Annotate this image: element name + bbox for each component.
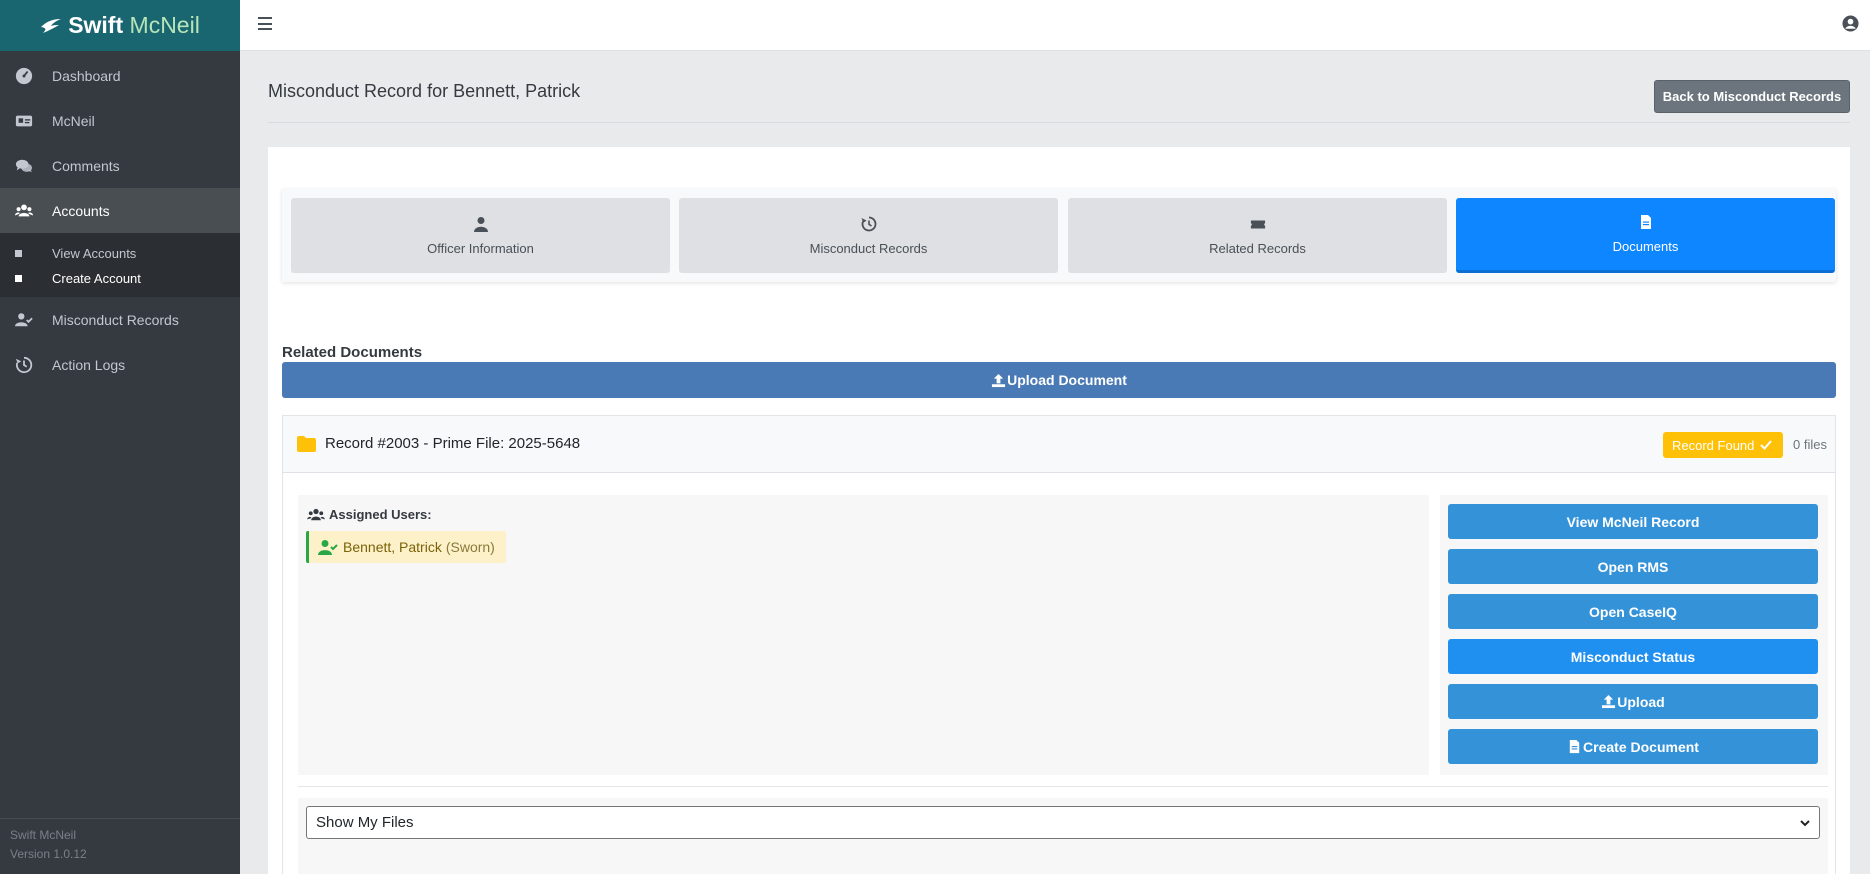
sidebar-item-accounts[interactable]: Accounts: [0, 188, 240, 233]
brand-logo[interactable]: Swift McNeil: [0, 0, 240, 51]
top-navbar: [240, 0, 1870, 51]
record-title: Record #2003 - Prime File: 2025-5648: [325, 435, 581, 452]
sidebar-subitem-create-account[interactable]: Create Account: [0, 266, 240, 291]
record-header[interactable]: Record #2003 - Prime File: 2025-5648 Rec…: [283, 416, 1835, 473]
sidebar-item-label: McNeil: [52, 112, 95, 129]
page-title: Misconduct Record for Bennett, Patrick: [268, 81, 581, 101]
open-caseiq-button[interactable]: Open CaseIQ: [1448, 594, 1818, 629]
assigned-users-panel: Assigned Users: Bennett, Patrick (Sworn): [298, 495, 1429, 775]
sidebar-item-action-logs[interactable]: Action Logs: [0, 342, 240, 387]
sidebar-item-comments[interactable]: Comments: [0, 143, 240, 188]
chevron-down-icon: [1800, 820, 1810, 827]
tab-related-records[interactable]: Related Records: [1068, 198, 1447, 273]
upload-document-label: Upload Document: [1007, 372, 1127, 388]
sidebar: Swift McNeil Dashboard McNeil Comments A…: [0, 0, 240, 874]
section-divider: [298, 786, 1828, 787]
file-icon: [1569, 739, 1580, 754]
open-rms-button[interactable]: Open RMS: [1448, 549, 1818, 584]
upload-button-label: Upload: [1617, 693, 1665, 710]
ticket-icon: [1250, 219, 1265, 228]
upload-button[interactable]: Upload: [1448, 684, 1818, 719]
sidebar-subitem-view-accounts[interactable]: View Accounts: [0, 241, 240, 266]
accounts-subnav: View Accounts Create Account: [0, 233, 240, 297]
history-icon: [14, 355, 34, 375]
bullet-icon: [15, 250, 22, 257]
assigned-users-text: Assigned Users:: [329, 507, 432, 522]
footer-version: Version 1.0.12: [10, 847, 87, 861]
status-badge: Record Found: [1663, 432, 1783, 458]
user-icon: [473, 216, 488, 232]
tab-label: Misconduct Records: [809, 240, 928, 256]
subitem-label: View Accounts: [52, 246, 137, 261]
footer-divider: [0, 818, 240, 819]
record-panel: Record #2003 - Prime File: 2025-5648 Rec…: [282, 415, 1836, 874]
misconduct-status-button[interactable]: Misconduct Status: [1448, 639, 1818, 674]
tab-misconduct-records[interactable]: Misconduct Records: [679, 198, 1058, 273]
users-icon: [14, 201, 34, 221]
tab-officer-information[interactable]: Officer Information: [291, 198, 670, 273]
tab-documents[interactable]: Documents: [1456, 198, 1835, 273]
sidebar-item-label: Comments: [52, 157, 120, 174]
sidebar-footer: Swift McNeil Version 1.0.12: [0, 818, 240, 864]
assigned-user-role: (Sworn): [445, 539, 495, 555]
files-count: 0 files: [1793, 437, 1827, 452]
check-icon: [1760, 440, 1773, 450]
sidebar-item-mcneil[interactable]: McNeil: [0, 98, 240, 143]
history-icon: [861, 216, 876, 231]
sidebar-item-label: Accounts: [52, 202, 110, 219]
comments-icon: [14, 156, 34, 176]
record-card: Officer Information Misconduct Records R…: [268, 147, 1850, 874]
hamburger-icon[interactable]: [258, 17, 272, 30]
tab-label: Documents: [1612, 239, 1679, 254]
brand-name: Swift McNeil: [68, 12, 200, 38]
sidebar-item-label: Dashboard: [52, 67, 121, 84]
sidebar-item-label: Misconduct Records: [52, 311, 179, 328]
id-card-icon: [14, 111, 34, 131]
upload-icon: [992, 373, 1006, 387]
record-actions-panel: View McNeil Record Open RMS Open CaseIQ …: [1440, 495, 1828, 775]
back-to-misconduct-records-button[interactable]: Back to Misconduct Records: [1654, 80, 1850, 113]
create-document-button[interactable]: Create Document: [1448, 729, 1818, 764]
dashboard-icon: [14, 66, 34, 86]
folder-icon: [297, 436, 316, 452]
tab-label: Officer Information: [427, 240, 534, 256]
sidebar-item-label: Action Logs: [52, 356, 126, 373]
file-filter-value: Show My Files: [316, 814, 414, 831]
file-filter-select[interactable]: Show My Files: [306, 806, 1820, 839]
sidebar-item-dashboard[interactable]: Dashboard: [0, 53, 240, 98]
upload-icon: [1602, 694, 1616, 709]
user-circle-icon[interactable]: [1842, 15, 1859, 32]
users-icon: [307, 508, 325, 520]
assigned-user-chip[interactable]: Bennett, Patrick (Sworn): [306, 531, 506, 563]
assigned-users-label: Assigned Users:: [307, 507, 432, 522]
assigned-user-name: Bennett, Patrick: [343, 539, 442, 555]
related-documents-heading: Related Documents: [282, 344, 423, 361]
upload-document-button[interactable]: Upload Document: [282, 362, 1836, 398]
status-badge-label: Record Found: [1672, 437, 1755, 453]
title-divider: [268, 122, 1850, 123]
view-mcneil-record-button[interactable]: View McNeil Record: [1448, 504, 1818, 539]
file-filter-panel: Show My Files: [298, 798, 1828, 874]
swift-logo-icon: [41, 18, 62, 33]
create-document-label: Create Document: [1583, 738, 1699, 755]
tab-label: Related Records: [1209, 240, 1306, 256]
subitem-label: Create Account: [52, 271, 141, 286]
main-content: Misconduct Record for Bennett, Patrick B…: [240, 51, 1870, 874]
sidebar-item-misconduct-records[interactable]: Misconduct Records: [0, 297, 240, 342]
file-icon: [1640, 215, 1651, 229]
user-check-icon: [318, 540, 338, 555]
bullet-icon: [15, 275, 22, 282]
user-check-icon: [14, 310, 34, 330]
footer-app-name: Swift McNeil: [10, 828, 77, 842]
record-tabs: Officer Information Misconduct Records R…: [282, 189, 1836, 282]
